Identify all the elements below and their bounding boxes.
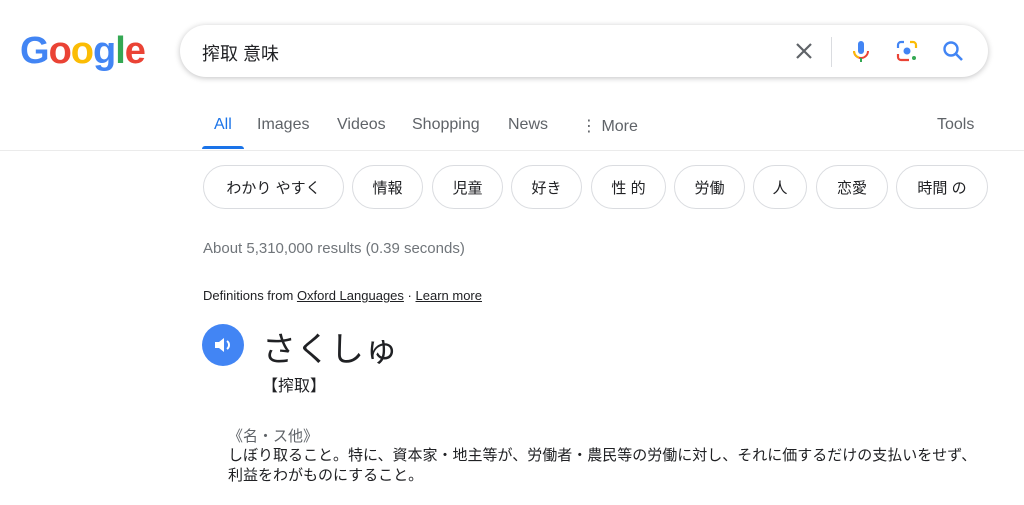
chip[interactable]: 時間 の — [896, 165, 988, 209]
chip[interactable]: わかり やすく — [203, 165, 344, 209]
divider — [831, 37, 832, 67]
pronunciation-button[interactable] — [202, 324, 244, 366]
chip[interactable]: 性 的 — [591, 165, 666, 209]
tab-all[interactable]: All — [214, 116, 232, 134]
tab-videos[interactable]: Videos — [337, 116, 386, 134]
speaker-icon — [215, 338, 230, 352]
definitions-source: Definitions from Oxford Languages · Lear… — [203, 288, 482, 303]
tab-shopping[interactable]: Shopping — [412, 116, 480, 134]
microphone-icon[interactable] — [847, 37, 875, 65]
clear-icon[interactable] — [790, 37, 818, 65]
chip[interactable]: 児童 — [432, 165, 503, 209]
camera-lens-icon[interactable] — [893, 37, 921, 65]
tab-news[interactable]: News — [508, 116, 548, 134]
active-tab-indicator — [202, 146, 244, 149]
definitions-prefix: Definitions from — [203, 288, 294, 303]
search-input[interactable]: 搾取 意味 — [202, 40, 279, 66]
google-logo[interactable]: Google — [20, 30, 146, 73]
chip[interactable]: 人 — [753, 165, 807, 209]
more-vert-icon: ⋮ — [581, 118, 602, 135]
entry-kanji: 【搾取】 — [262, 378, 327, 395]
definition-text: しぼり取ること。特に、資本家・地主等が、労働者・農民等の労働に対し、それに価する… — [228, 447, 977, 484]
tab-more[interactable]: ⋮ More — [581, 116, 638, 136]
tab-images[interactable]: Images — [257, 116, 309, 134]
chip[interactable]: 情報 — [352, 165, 423, 209]
chip[interactable]: 恋愛 — [816, 165, 888, 209]
entry-reading: さくしゅ — [262, 331, 398, 369]
separator: · — [407, 288, 412, 303]
chip[interactable]: 好き — [511, 165, 582, 209]
result-stats: About 5,310,000 results (0.39 seconds) — [203, 240, 465, 257]
search-icon[interactable] — [939, 37, 967, 65]
learn-more-link[interactable]: Learn more — [416, 288, 482, 303]
chip[interactable]: 労働 — [674, 165, 745, 209]
header-divider — [0, 150, 1024, 151]
part-of-speech: 《名・ス他》 — [228, 428, 319, 445]
oxford-languages-link[interactable]: Oxford Languages — [297, 288, 404, 303]
tab-more-label: More — [601, 118, 638, 135]
search-box[interactable]: 搾取 意味 — [180, 25, 988, 77]
tools-button[interactable]: Tools — [937, 116, 974, 134]
